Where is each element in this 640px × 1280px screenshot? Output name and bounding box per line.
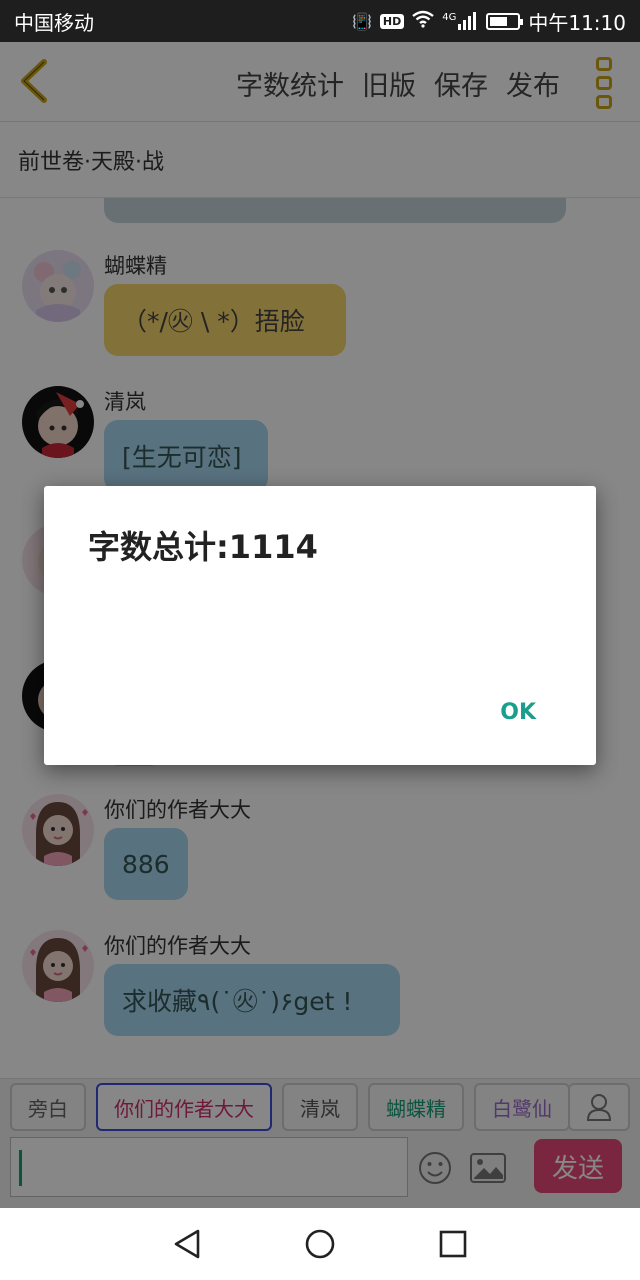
status-bar: 中国移动 📳 HD 4G 中午11:10 [0,0,640,42]
wifi-icon [412,10,434,32]
clock: 中午11:10 [528,10,626,35]
carrier-name: 中国移动 [14,10,94,35]
nav-home-icon[interactable] [300,1224,340,1264]
dialog-ok-button[interactable]: OK [500,700,536,725]
cellular-signal-icon: 4G [442,12,478,30]
vibrate-icon: 📳 [351,11,372,31]
network-type-label: 4G [442,12,457,23]
dialog-message: 字数总计:1114 [88,528,318,566]
system-nav-bar [0,1208,640,1280]
status-icons: 📳 HD 4G 中午11:10 [352,7,626,36]
hd-icon: HD [379,13,405,29]
nav-recents-icon[interactable] [433,1224,473,1264]
word-count-dialog: 字数总计:1114 OK [44,486,596,765]
nav-back-icon[interactable] [167,1224,207,1264]
battery-icon [486,12,524,30]
